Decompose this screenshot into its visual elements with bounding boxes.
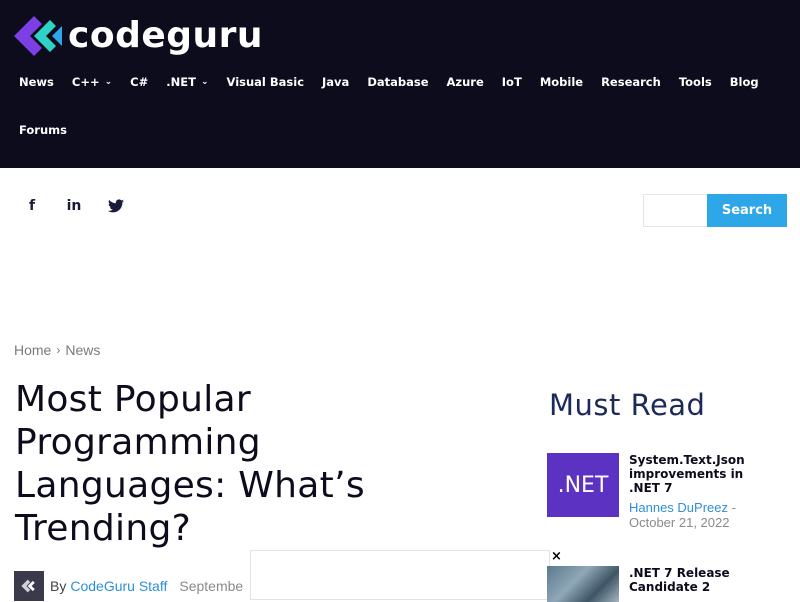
codeguru-logo-icon	[12, 14, 64, 58]
ad-banner[interactable]	[250, 550, 550, 600]
meta-separator: -	[728, 500, 736, 515]
article-byline: By CodeGuru Staff Septembe	[14, 571, 243, 601]
must-read-heading: Must Read	[549, 388, 706, 422]
linkedin-icon[interactable]: in	[64, 196, 84, 216]
card-text: System.Text.Json improvements in .NET 7 …	[629, 453, 769, 530]
card-date: October 21, 2022	[629, 515, 730, 530]
breadcrumb: Home › News	[14, 342, 100, 358]
nav-item-tools[interactable]: Tools	[679, 75, 712, 89]
nav-item-visual-basic[interactable]: Visual Basic	[227, 75, 305, 89]
nav-label: Java	[322, 75, 350, 89]
nav-label: Forums	[19, 123, 67, 137]
card-meta: Hannes DuPreez - October 21, 2022	[629, 500, 769, 530]
chevron-down-icon: ⌄	[200, 77, 209, 87]
twitter-icon[interactable]	[106, 196, 126, 216]
chevron-down-icon: ⌄	[104, 77, 113, 87]
nav-label: IoT	[501, 75, 522, 89]
nav-label: Azure	[446, 75, 484, 89]
nav-item-csharp[interactable]: C#	[130, 75, 148, 89]
nav-row-1: News C++ ⌄ C# .NET ⌄ Visual Basic Java Dat…	[19, 74, 789, 90]
card-author-link[interactable]: Hannes DuPreez	[629, 500, 728, 515]
nav-label: Research	[601, 75, 661, 89]
nav-item-dotnet[interactable]: .NET ⌄	[166, 75, 208, 89]
nav-label: Database	[367, 75, 429, 89]
social-links: f in	[22, 196, 148, 216]
nav-item-database[interactable]: Database	[367, 75, 428, 89]
site-logo[interactable]: codeguru	[12, 14, 263, 58]
nav-label: Visual Basic	[226, 75, 305, 89]
close-icon[interactable]: ×	[551, 549, 562, 564]
nav-item-azure[interactable]: Azure	[447, 75, 484, 89]
nav-label: News	[19, 75, 54, 89]
nav-item-mobile[interactable]: Mobile	[540, 75, 583, 89]
article-title: Most Popular Programming Languages: What…	[15, 379, 365, 549]
nav-row-2: Forums	[19, 122, 85, 138]
breadcrumb-home[interactable]: Home	[14, 342, 51, 358]
must-read-card: .NET 7 Release Candidate 2	[547, 566, 769, 602]
nav-item-iot[interactable]: IoT	[502, 75, 522, 89]
must-read-card: .NET System.Text.Json improvements in .N…	[547, 453, 769, 530]
nav-label: Tools	[678, 75, 712, 89]
nav-item-research[interactable]: Research	[601, 75, 661, 89]
author-link[interactable]: CodeGuru Staff	[70, 578, 167, 594]
card-title-link[interactable]: .NET 7 Release Candidate 2	[629, 566, 769, 594]
nav-label: Mobile	[539, 75, 584, 89]
nav-label: .NET	[166, 75, 196, 89]
site-header: codeguru News C++ ⌄ C# .NET ⌄ Visual Basic…	[0, 0, 800, 168]
nav-item-blog[interactable]: Blog	[730, 75, 759, 89]
card-thumbnail[interactable]: .NET	[547, 453, 619, 517]
nav-item-forums[interactable]: Forums	[19, 123, 67, 137]
main-nav: News C++ ⌄ C# .NET ⌄ Visual Basic Java Dat…	[19, 74, 789, 137]
facebook-icon[interactable]: f	[22, 196, 42, 216]
nav-item-java[interactable]: Java	[322, 75, 349, 89]
search-button[interactable]: Search	[707, 194, 787, 227]
nav-item-cpp[interactable]: C++ ⌄	[72, 75, 112, 89]
breadcrumb-news[interactable]: News	[65, 342, 100, 358]
logo-wordmark: codeguru	[68, 15, 264, 56]
breadcrumb-separator: ›	[56, 343, 61, 357]
card-thumbnail[interactable]	[547, 566, 619, 602]
publish-date: Septembe	[179, 578, 244, 594]
nav-item-news[interactable]: News	[19, 75, 54, 89]
nav-label: C++	[71, 75, 100, 89]
card-title-link[interactable]: System.Text.Json improvements in .NET 7	[629, 453, 769, 495]
byline-prefix: By	[50, 578, 67, 594]
search-input[interactable]	[643, 194, 707, 227]
search-form: Search	[643, 194, 787, 227]
nav-label: Blog	[729, 75, 759, 89]
nav-label: C#	[130, 75, 149, 89]
author-avatar[interactable]	[14, 571, 44, 601]
card-text: .NET 7 Release Candidate 2	[629, 566, 769, 602]
